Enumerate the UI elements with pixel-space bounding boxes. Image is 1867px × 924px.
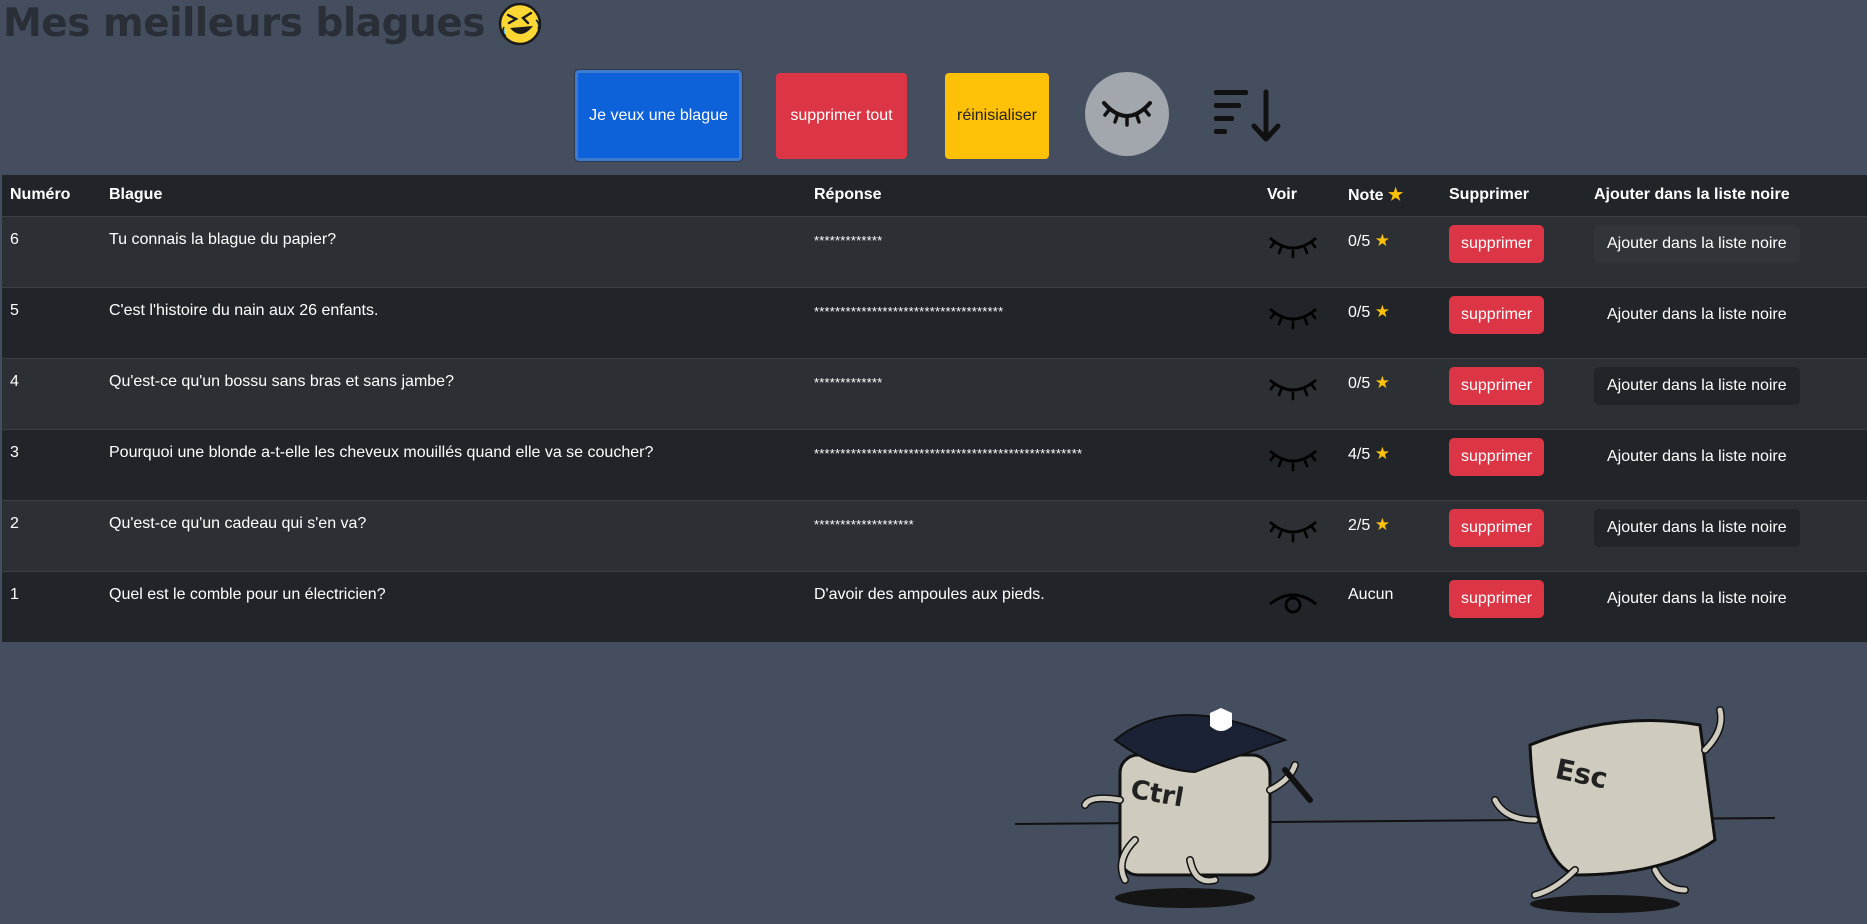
header-note[interactable]: Note ★ bbox=[1340, 175, 1441, 216]
star-icon: ★ bbox=[1374, 443, 1390, 463]
delete-button[interactable]: supprimer bbox=[1449, 579, 1545, 618]
view-answer-toggle[interactable] bbox=[1259, 216, 1340, 287]
get-joke-button[interactable]: Je veux une blague bbox=[575, 70, 742, 161]
row-note: Aucun bbox=[1348, 585, 1394, 603]
row-note: 4/5 ★ bbox=[1348, 443, 1390, 463]
delete-button[interactable]: supprimer bbox=[1449, 295, 1545, 334]
closed-eye-icon bbox=[1269, 307, 1317, 329]
table-row: 1 Quel est le comble pour un électricien… bbox=[2, 571, 1867, 642]
row-number: 3 bbox=[10, 443, 19, 461]
header-answer[interactable]: Réponse bbox=[806, 175, 1259, 216]
ctrl-esc-cartoon-illustration: Ctrl Esc bbox=[1015, 706, 1775, 913]
view-answer-toggle[interactable] bbox=[1259, 287, 1340, 358]
add-to-blacklist-button[interactable]: Ajouter dans la liste noire bbox=[1594, 438, 1800, 476]
delete-button[interactable]: supprimer bbox=[1449, 508, 1545, 547]
add-to-blacklist-button[interactable]: Ajouter dans la liste noire bbox=[1594, 580, 1800, 618]
delete-button[interactable]: supprimer bbox=[1449, 366, 1545, 405]
header-delete[interactable]: Supprimer bbox=[1441, 175, 1586, 216]
row-number: 6 bbox=[10, 230, 19, 248]
add-to-blacklist-button[interactable]: Ajouter dans la liste noire bbox=[1594, 366, 1800, 405]
closed-eye-icon bbox=[1269, 449, 1317, 471]
page-title-text: Mes meilleurs blagues bbox=[3, 1, 485, 46]
row-blacklist-cell: Ajouter dans la liste noire bbox=[1586, 429, 1867, 500]
row-answer: ************* bbox=[814, 232, 883, 248]
row-answer: ************* bbox=[814, 374, 883, 390]
row-answer: D'avoir des ampoules aux pieds. bbox=[814, 585, 1045, 603]
row-blacklist-cell: Ajouter dans la liste noire bbox=[1586, 358, 1867, 429]
row-joke: C'est l'histoire du nain aux 26 enfants. bbox=[109, 301, 379, 319]
open-eye-icon bbox=[1269, 593, 1317, 613]
table-header-row: Numéro Blague Réponse Voir Note ★ Suppri… bbox=[2, 175, 1867, 216]
header-view[interactable]: Voir bbox=[1259, 175, 1340, 216]
closed-eye-icon bbox=[1269, 520, 1317, 542]
delete-button[interactable]: supprimer bbox=[1449, 437, 1545, 476]
row-note: 0/5 ★ bbox=[1348, 301, 1390, 321]
laughing-emoji-icon bbox=[498, 2, 542, 46]
star-icon: ★ bbox=[1388, 185, 1404, 205]
view-answer-toggle[interactable] bbox=[1259, 500, 1340, 571]
esc-key-character: Esc bbox=[1491, 706, 1725, 899]
view-answer-toggle[interactable] bbox=[1259, 571, 1340, 642]
row-note: 0/5 ★ bbox=[1348, 372, 1390, 392]
star-icon: ★ bbox=[1374, 230, 1390, 250]
table-row: 5 C'est l'histoire du nain aux 26 enfant… bbox=[2, 287, 1867, 358]
jokes-table: Numéro Blague Réponse Voir Note ★ Suppri… bbox=[2, 175, 1867, 642]
view-answer-toggle[interactable] bbox=[1259, 358, 1340, 429]
add-to-blacklist-button[interactable]: Ajouter dans la liste noire bbox=[1594, 508, 1800, 547]
row-delete-cell: supprimer bbox=[1441, 500, 1586, 571]
toggle-visibility-button[interactable] bbox=[1085, 72, 1169, 156]
view-answer-toggle[interactable] bbox=[1259, 429, 1340, 500]
page-title: Mes meilleurs blagues bbox=[3, 0, 543, 48]
header-blacklist[interactable]: Ajouter dans la liste noire bbox=[1586, 175, 1867, 216]
reset-button[interactable]: réinisialiser bbox=[945, 73, 1049, 159]
row-blacklist-cell: Ajouter dans la liste noire bbox=[1586, 571, 1867, 642]
ctrl-key-character: Ctrl bbox=[1081, 708, 1313, 885]
delete-all-button[interactable]: supprimer tout bbox=[776, 73, 907, 159]
star-icon: ★ bbox=[1374, 372, 1390, 392]
sort-descending-icon[interactable] bbox=[1212, 88, 1282, 144]
table-row: 2 Qu'est-ce qu'un cadeau qui s'en va? **… bbox=[2, 500, 1867, 571]
row-number: 5 bbox=[10, 301, 19, 319]
row-note: 2/5 ★ bbox=[1348, 514, 1390, 534]
row-joke: Qu'est-ce qu'un bossu sans bras et sans … bbox=[109, 372, 454, 390]
row-number: 1 bbox=[10, 585, 19, 603]
row-delete-cell: supprimer bbox=[1441, 216, 1586, 287]
delete-button[interactable]: supprimer bbox=[1449, 224, 1545, 263]
row-delete-cell: supprimer bbox=[1441, 287, 1586, 358]
row-note: 0/5 ★ bbox=[1348, 230, 1390, 250]
toolbar: Je veux une blague supprimer tout réinis… bbox=[0, 70, 1867, 170]
row-answer: ************************************ bbox=[814, 303, 1004, 319]
table-row: 4 Qu'est-ce qu'un bossu sans bras et san… bbox=[2, 358, 1867, 429]
row-joke: Tu connais la blague du papier? bbox=[109, 230, 337, 248]
add-to-blacklist-button[interactable]: Ajouter dans la liste noire bbox=[1594, 296, 1800, 334]
star-icon: ★ bbox=[1374, 514, 1390, 534]
row-answer: ******************* bbox=[814, 516, 914, 532]
row-delete-cell: supprimer bbox=[1441, 429, 1586, 500]
row-number: 4 bbox=[10, 372, 19, 390]
row-blacklist-cell: Ajouter dans la liste noire bbox=[1586, 216, 1867, 287]
row-number: 2 bbox=[10, 514, 19, 532]
add-to-blacklist-button[interactable]: Ajouter dans la liste noire bbox=[1594, 224, 1800, 263]
row-joke: Quel est le comble pour un électricien? bbox=[109, 585, 386, 603]
header-number[interactable]: Numéro bbox=[2, 175, 101, 216]
row-delete-cell: supprimer bbox=[1441, 358, 1586, 429]
closed-eye-icon bbox=[1102, 101, 1152, 127]
row-joke: Pourquoi une blonde a-t-elle les cheveux… bbox=[109, 443, 654, 461]
closed-eye-icon bbox=[1269, 236, 1317, 258]
star-icon: ★ bbox=[1374, 301, 1390, 321]
header-joke[interactable]: Blague bbox=[101, 175, 806, 216]
row-delete-cell: supprimer bbox=[1441, 571, 1586, 642]
table-row: 3 Pourquoi une blonde a-t-elle les cheve… bbox=[2, 429, 1867, 500]
closed-eye-icon bbox=[1269, 378, 1317, 400]
row-blacklist-cell: Ajouter dans la liste noire bbox=[1586, 287, 1867, 358]
table-row: 6 Tu connais la blague du papier? ******… bbox=[2, 216, 1867, 287]
row-blacklist-cell: Ajouter dans la liste noire bbox=[1586, 500, 1867, 571]
row-joke: Qu'est-ce qu'un cadeau qui s'en va? bbox=[109, 514, 367, 532]
row-answer: ****************************************… bbox=[814, 445, 1083, 461]
